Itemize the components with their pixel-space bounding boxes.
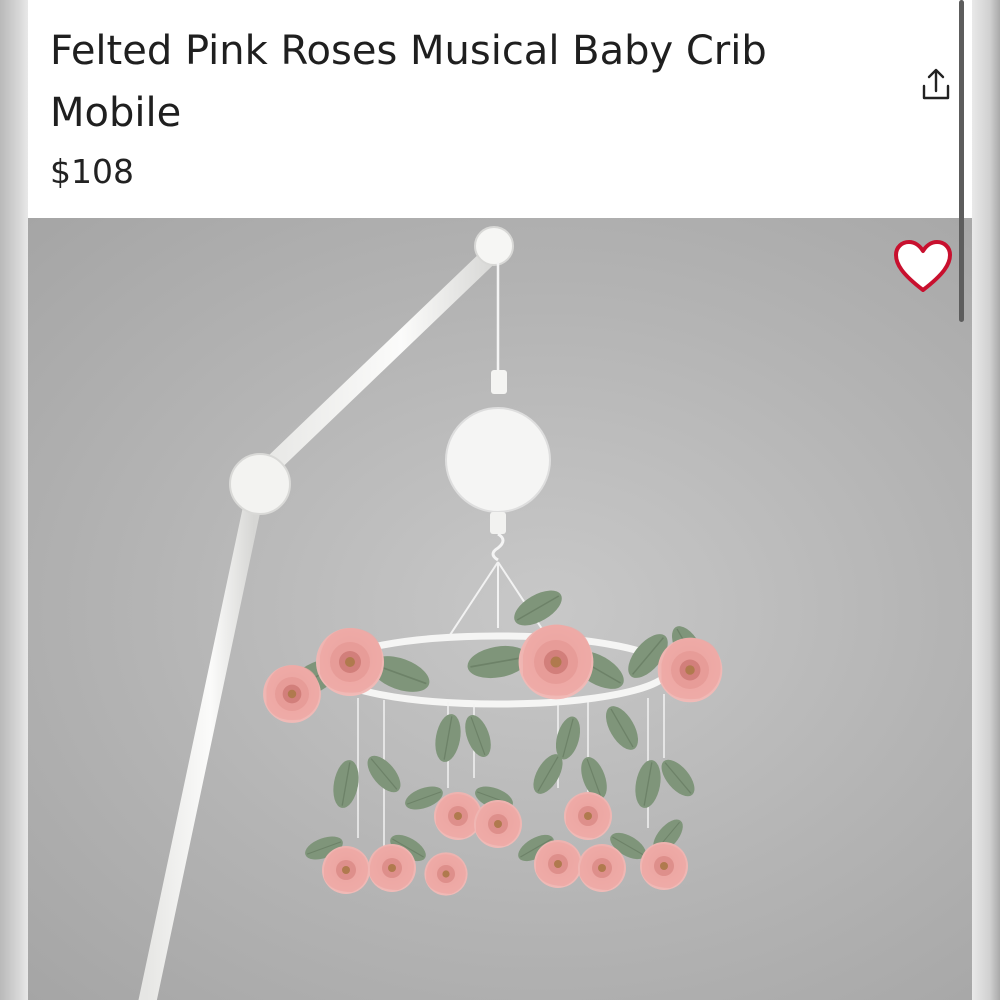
product-page: Felted Pink Roses Musical Baby Crib Mobi… [28, 0, 972, 1000]
share-icon [922, 68, 950, 100]
heart-icon [894, 240, 952, 292]
favorite-button[interactable] [892, 238, 954, 296]
share-button[interactable] [916, 64, 956, 104]
scrollbar-thumb[interactable] [959, 0, 964, 322]
product-image[interactable] [28, 218, 972, 1000]
scrollbar[interactable] [958, 0, 966, 330]
product-header: Felted Pink Roses Musical Baby Crib Mobi… [28, 0, 972, 218]
crib-mobile-photo [138, 226, 723, 1000]
product-price: $108 [50, 152, 134, 191]
product-title: Felted Pink Roses Musical Baby Crib Mobi… [50, 28, 767, 136]
